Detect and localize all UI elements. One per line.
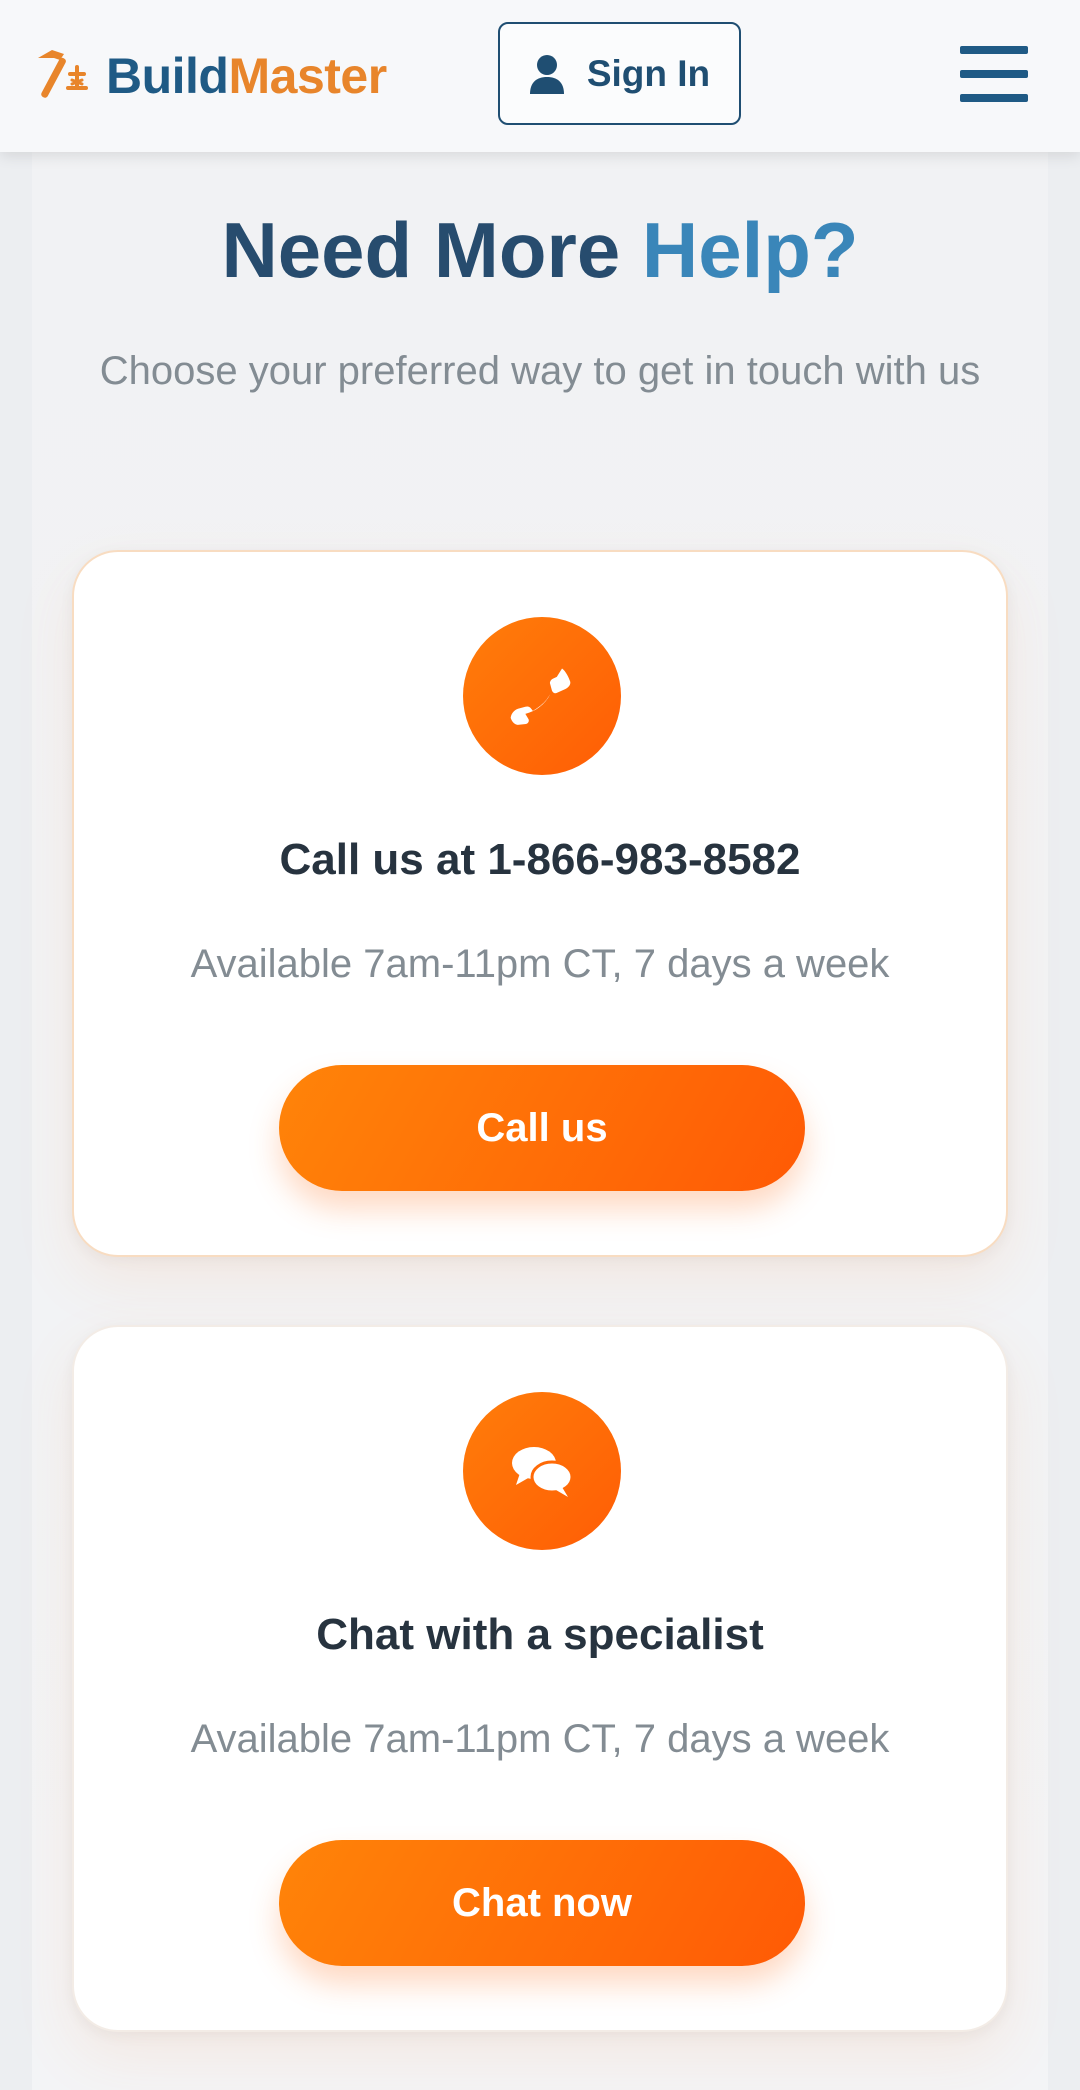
chat-card-title: Chat with a specialist [316, 1610, 764, 1659]
phone-icon-badge [463, 617, 621, 775]
hammer-tools-icon [38, 50, 88, 98]
sign-in-label: Sign In [586, 52, 711, 94]
page-title: Need More Help? [0, 205, 1080, 295]
chat-card: Chat with a specialist Available 7am-11p… [72, 1325, 1008, 2032]
call-card-availability: Available 7am-11pm CT, 7 days a week [190, 942, 890, 986]
phone-icon [510, 668, 571, 725]
chat-icon-badge [463, 1392, 621, 1550]
chat-now-label: Chat now [452, 1880, 632, 1925]
hamburger-line [960, 94, 1028, 102]
brand-logo[interactable]: BuildMaster [30, 40, 387, 112]
brand-name-part2: Master [228, 48, 387, 104]
call-card: Call us at 1-866-983-8582 Available 7am-… [72, 550, 1008, 1257]
call-us-button[interactable]: Call us [279, 1065, 805, 1191]
page-title-part1: Need More [221, 206, 621, 294]
page-subtitle: Choose your preferred way to get in touc… [99, 349, 981, 393]
chat-now-button[interactable]: Chat now [279, 1840, 805, 1966]
site-header: BuildMaster Sign In [0, 0, 1080, 152]
hamburger-menu-icon[interactable] [960, 46, 1028, 102]
sign-in-button[interactable]: Sign In [498, 22, 741, 125]
call-us-label: Call us [476, 1105, 608, 1150]
call-card-title: Call us at 1-866-983-8582 [279, 835, 801, 884]
hamburger-line [960, 46, 1028, 54]
hamburger-line [960, 70, 1028, 78]
brand-name-part1: Build [106, 48, 229, 104]
chat-bubbles-icon [512, 1447, 574, 1497]
user-icon [529, 54, 564, 94]
brand-name: BuildMaster [106, 47, 387, 105]
page-title-part2: Help? [641, 206, 859, 294]
chat-card-availability: Available 7am-11pm CT, 7 days a week [190, 1717, 890, 1761]
